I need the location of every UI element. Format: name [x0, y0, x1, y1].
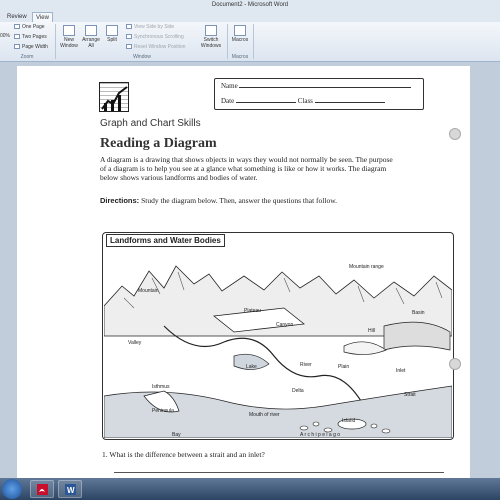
- label-delta: Delta: [292, 388, 304, 394]
- directions-text: Study the diagram below. Then, answer th…: [141, 196, 337, 205]
- binder-hole: [449, 128, 461, 140]
- intro-paragraph: A diagram is a drawing that shows object…: [100, 155, 393, 182]
- label-island: Island: [342, 418, 356, 424]
- page-heading: Reading a Diagram: [100, 136, 217, 151]
- one-page-label: One Page: [22, 24, 45, 30]
- one-page-icon: [14, 24, 20, 30]
- label-canyon: Canyon: [276, 322, 293, 328]
- label-plateau: Plateau: [244, 308, 261, 314]
- two-pages-icon: [14, 34, 20, 40]
- document-page[interactable]: Name Date Class Graph and Chart Skills R…: [17, 66, 470, 486]
- zoom-percent-button[interactable]: 00%: [0, 32, 10, 40]
- directions: Directions: Study the diagram below. The…: [100, 196, 400, 205]
- arrange-all-button[interactable]: Arrange All: [80, 25, 102, 49]
- one-page-button[interactable]: One Page: [14, 23, 45, 31]
- directions-label: Directions:: [100, 196, 140, 205]
- arrange-all-icon: [85, 25, 97, 36]
- date-label: Date: [221, 97, 235, 105]
- new-window-icon: [63, 25, 75, 36]
- switch-windows-button[interactable]: Switch Windows: [198, 25, 224, 49]
- group-separator: [253, 24, 254, 59]
- two-pages-label: Two Pages: [22, 34, 47, 40]
- split-icon: [106, 25, 118, 36]
- taskbar-word-button[interactable]: W: [58, 480, 82, 498]
- label-valley: Valley: [128, 340, 142, 346]
- new-window-label: New Window: [60, 37, 78, 49]
- binder-hole: [449, 358, 461, 370]
- title-bar: Document2 - Microsoft Word: [0, 0, 500, 11]
- name-label: Name: [221, 82, 238, 90]
- zoom-group-label: Zoom: [20, 54, 34, 60]
- split-label: Split: [107, 37, 117, 43]
- page-width-label: Page Width: [22, 44, 48, 50]
- new-window-button[interactable]: New Window: [58, 25, 80, 49]
- pdf-icon: [37, 484, 48, 495]
- ribbon-tabs: Review View: [0, 11, 500, 22]
- tab-review[interactable]: Review: [4, 12, 30, 22]
- sync-scroll-label: Synchronous Scrolling: [134, 34, 184, 40]
- landforms-diagram: Mountain range Mountain Plateau Basin Ca…: [104, 264, 452, 438]
- hill-shape: [343, 341, 387, 355]
- class-label: Class: [297, 97, 313, 105]
- question-1: 1. What is the difference between a stra…: [102, 450, 265, 459]
- side-by-side-label: View Side by Side: [134, 24, 175, 30]
- name-date-box: Name Date Class: [214, 78, 424, 110]
- reset-position-label: Reset Window Position: [134, 44, 186, 50]
- macros-group-label: Macros: [231, 54, 249, 60]
- ribbon: 00% One Page Two Pages Page Width Zoom N…: [0, 22, 500, 62]
- switch-windows-label: Switch Windows: [200, 37, 222, 49]
- macros-button[interactable]: Macros: [230, 25, 250, 43]
- taskbar-pdf-button[interactable]: [30, 480, 54, 498]
- split-button[interactable]: Split: [103, 25, 121, 43]
- word-icon: W: [65, 484, 76, 495]
- switch-windows-icon: [205, 25, 217, 36]
- view-side-by-side-button[interactable]: View Side by Side: [126, 23, 174, 31]
- name-line[interactable]: [239, 82, 412, 88]
- label-lake: Lake: [246, 364, 257, 370]
- reset-window-position-button[interactable]: Reset Window Position: [126, 43, 185, 51]
- label-mountain: Mountain: [138, 288, 159, 294]
- synchronous-scrolling-button[interactable]: Synchronous Scrolling: [126, 33, 184, 41]
- scanned-worksheet: Name Date Class Graph and Chart Skills R…: [74, 68, 454, 484]
- taskbar: W: [0, 478, 500, 500]
- label-inlet: Inlet: [396, 368, 406, 374]
- label-peninsula: Peninsula: [152, 408, 174, 414]
- macros-label: Macros: [231, 37, 249, 43]
- label-plain: Plain: [338, 364, 349, 370]
- chart-logo-icon: [99, 82, 129, 112]
- macros-icon: [234, 25, 246, 36]
- start-button[interactable]: [2, 479, 22, 499]
- label-mouth-of-river: Mouth of river: [249, 412, 280, 418]
- two-pages-button[interactable]: Two Pages: [14, 33, 47, 41]
- window-title: Document2 - Microsoft Word: [211, 2, 289, 8]
- page-width-button[interactable]: Page Width: [14, 43, 48, 51]
- document-area: Name Date Class Graph and Chart Skills R…: [0, 62, 500, 486]
- svg-text:W: W: [67, 486, 75, 495]
- group-separator: [55, 24, 56, 59]
- reset-position-icon: [126, 44, 132, 50]
- date-line[interactable]: [235, 97, 296, 103]
- label-strait: Strait: [404, 392, 416, 398]
- label-mountain-range: Mountain range: [349, 264, 384, 270]
- label-archipelago: A r c h i p e l a g o: [300, 432, 340, 438]
- label-hill: Hill: [368, 328, 375, 334]
- arrange-all-label: Arrange All: [82, 37, 100, 49]
- side-by-side-icon: [126, 24, 132, 30]
- tab-view[interactable]: View: [32, 12, 53, 22]
- label-bay: Bay: [172, 432, 181, 438]
- label-isthmus: Isthmus: [152, 384, 170, 390]
- label-river: River: [300, 362, 312, 368]
- sync-scroll-icon: [126, 34, 132, 40]
- window-group-label: Window: [133, 54, 151, 60]
- section-title: Graph and Chart Skills: [100, 118, 201, 129]
- answer-line[interactable]: [114, 472, 444, 473]
- label-basin: Basin: [412, 310, 425, 316]
- class-line[interactable]: [314, 97, 385, 103]
- page-width-icon: [14, 44, 20, 50]
